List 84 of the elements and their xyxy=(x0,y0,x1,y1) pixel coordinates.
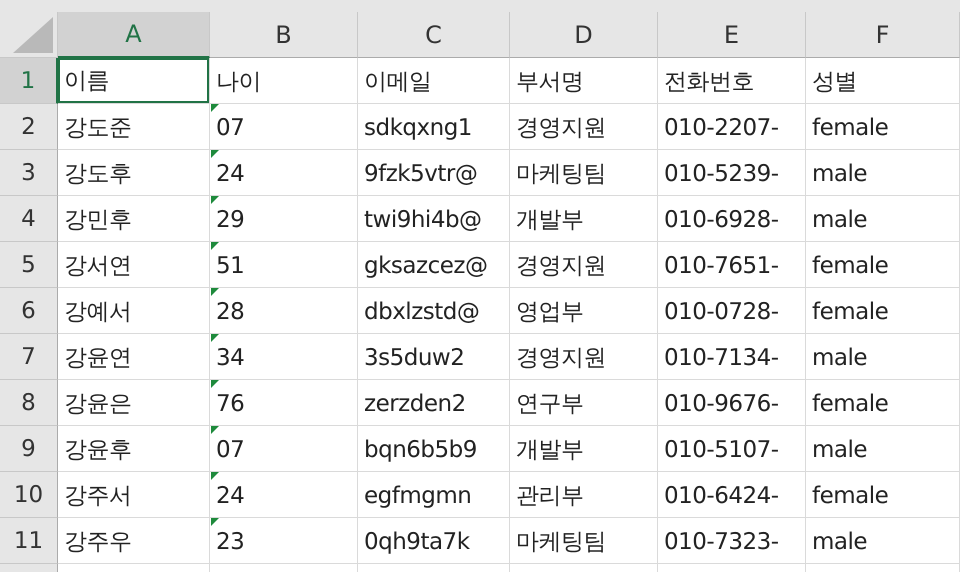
row-header[interactable]: 4 xyxy=(0,196,58,242)
table-cell-text: male xyxy=(811,160,868,186)
table-cell-text: 연구부 xyxy=(515,390,584,419)
row-header[interactable]: 3 xyxy=(0,150,58,196)
row-header[interactable]: 1 xyxy=(0,58,58,104)
table-cell-text: 개발부 xyxy=(515,206,584,235)
table-cell-text: 경영지원 xyxy=(515,252,607,281)
table-cell-text: 강윤은 xyxy=(63,390,132,419)
table-cell-text: 전화번호 xyxy=(663,68,755,97)
table-cell-text: 이메일 xyxy=(363,68,432,97)
row-header[interactable]: 5 xyxy=(0,242,58,288)
table-cell-text: 부서명 xyxy=(515,68,584,97)
row-header[interactable]: 2 xyxy=(0,104,58,150)
table-cell-text: 07 xyxy=(215,114,246,140)
table-cell-text: 강윤후 xyxy=(63,436,132,465)
row-header[interactable]: 11 xyxy=(0,518,58,564)
table-cell-text: 010-7323- xyxy=(663,528,780,554)
table-cell-text: male xyxy=(811,528,868,554)
table-cell-text: 24 xyxy=(215,482,246,508)
table-cell-text: 영업부 xyxy=(515,298,584,327)
table-cell-text: female xyxy=(811,298,890,324)
column-header[interactable]: E xyxy=(658,12,806,58)
table-cell-text: 76 xyxy=(215,390,246,416)
row-header[interactable]: 6 xyxy=(0,288,58,334)
table-cell-text: female xyxy=(811,390,890,416)
table-cell-text: female xyxy=(811,482,890,508)
table-cell-text: 010-5107- xyxy=(663,436,780,462)
row-header[interactable]: 9 xyxy=(0,426,58,472)
table-cell-text: gksazcez@ xyxy=(363,252,488,278)
table-cell-text: 경영지원 xyxy=(515,114,607,143)
table-cell-text: 관리부 xyxy=(515,482,584,511)
table-cell-text: 51 xyxy=(215,252,246,278)
table-cell-text: egfmgmn xyxy=(363,482,472,508)
table-cell-text: 24 xyxy=(215,160,246,186)
table-cell-text: 010-5239- xyxy=(663,160,780,186)
table-cell-text: 010-6424- xyxy=(663,482,780,508)
table-cell-text: 마케팅팀 xyxy=(515,160,607,189)
table-cell-text: 강도후 xyxy=(63,160,132,189)
column-header[interactable]: B xyxy=(210,12,358,58)
column-header[interactable]: A xyxy=(58,12,210,58)
table-cell-text: 34 xyxy=(215,344,246,370)
table-cell-text: 성별 xyxy=(811,68,858,97)
table-cell-text: zerzden2 xyxy=(363,390,467,416)
table-cell-text: 010-2207- xyxy=(663,114,780,140)
column-header[interactable]: F xyxy=(806,12,960,58)
table-cell-text: 9fzk5vtr@ xyxy=(363,160,478,186)
table-cell-text: 강도준 xyxy=(63,114,132,143)
table-cell-text: dbxlzstd@ xyxy=(363,298,480,324)
table-cell-text: 강예서 xyxy=(63,298,132,327)
column-header[interactable]: D xyxy=(510,12,658,58)
table-cell-text: sdkqxng1 xyxy=(363,114,473,140)
table-cell-text: female xyxy=(811,114,890,140)
table-cell-text: 28 xyxy=(215,298,246,324)
row-header[interactable]: 10 xyxy=(0,472,58,518)
table-cell-text: 강윤연 xyxy=(63,344,132,373)
table-cell-text: 0qh9ta7k xyxy=(363,528,471,554)
table-cell-text: 나이 xyxy=(215,68,262,97)
table-cell-text: twi9hi4b@ xyxy=(363,206,483,232)
table-cell-text: male xyxy=(811,344,868,370)
table-cell-text: bqn6b5b9 xyxy=(363,436,478,462)
table-cell-text: 경영지원 xyxy=(515,344,607,373)
row-header[interactable] xyxy=(0,564,58,572)
table-cell-text: 07 xyxy=(215,436,246,462)
table-cell: 이름 xyxy=(58,58,209,103)
table-cell-text: 개발부 xyxy=(515,436,584,465)
row-header[interactable]: 8 xyxy=(0,380,58,426)
table-cell-text: 강서연 xyxy=(63,252,132,281)
table-cell-text: 강민후 xyxy=(63,206,132,235)
table-cell-text: 010-6928- xyxy=(663,206,780,232)
table-cell-text: 마케팅팀 xyxy=(515,528,607,557)
table-cell-text: 강주우 xyxy=(63,528,132,557)
table-cell-text: 23 xyxy=(215,528,246,554)
row-header[interactable]: 7 xyxy=(0,334,58,380)
table-cell-text: 강주서 xyxy=(63,482,132,511)
table-cell-text: 010-7651- xyxy=(663,252,780,278)
table-cell-text: 010-7134- xyxy=(663,344,780,370)
table-cell-text: 010-9676- xyxy=(663,390,780,416)
table-cell-text: female xyxy=(811,252,890,278)
table-cell-text: male xyxy=(811,206,868,232)
column-header[interactable]: C xyxy=(358,12,510,58)
table-cell-text: male xyxy=(811,436,868,462)
table-cell-text: 010-0728- xyxy=(663,298,780,324)
table-cell-text: 29 xyxy=(215,206,246,232)
table-cell-text: 3s5duw2 xyxy=(363,344,466,370)
